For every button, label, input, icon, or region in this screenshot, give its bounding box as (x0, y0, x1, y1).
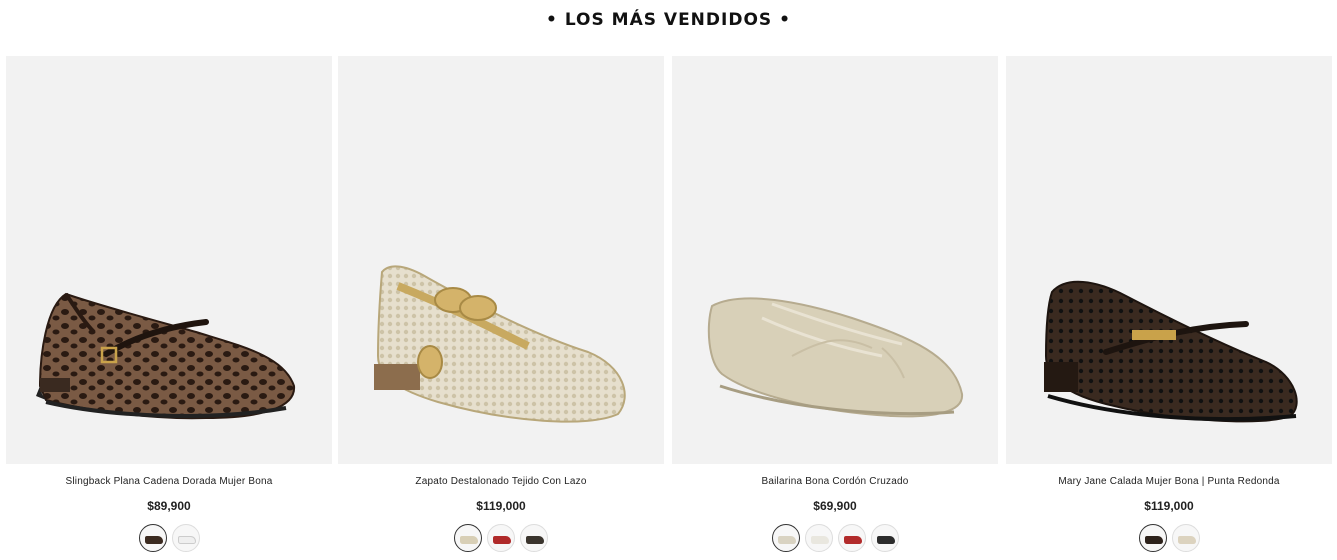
color-swatch[interactable] (771, 524, 800, 552)
section-title: • LOS MÁS VENDIDOS • (546, 10, 791, 30)
color-swatch[interactable] (870, 524, 899, 552)
color-swatch[interactable] (454, 524, 482, 552)
product-grid: Slingback Plana Cadena Dorada Mujer Bona… (6, 56, 1333, 560)
product-name[interactable]: Bailarina Bona Cordón Cruzado (672, 476, 998, 487)
product-image[interactable] (338, 56, 664, 464)
color-swatches (6, 524, 332, 556)
color-swatches (1006, 524, 1332, 556)
color-swatches (338, 524, 664, 556)
product-name[interactable]: Zapato Destalonado Tejido Con Lazo (338, 476, 664, 487)
color-swatch[interactable] (487, 524, 515, 552)
color-swatches (672, 524, 998, 556)
product-image[interactable] (672, 56, 998, 464)
product-image[interactable] (6, 56, 332, 464)
product-card[interactable]: Zapato Destalonado Tejido Con Lazo $119,… (338, 56, 664, 560)
color-swatch[interactable] (171, 524, 200, 552)
woven-mary-jane-flat-icon (1044, 280, 1298, 423)
product-card[interactable]: Slingback Plana Cadena Dorada Mujer Bona… (6, 56, 332, 560)
color-swatch[interactable] (804, 524, 833, 552)
product-name[interactable]: Mary Jane Calada Mujer Bona | Punta Redo… (1006, 476, 1332, 487)
product-price: $89,900 (147, 499, 191, 513)
product-price: $119,000 (1144, 499, 1194, 513)
product-name[interactable]: Slingback Plana Cadena Dorada Mujer Bona (6, 476, 332, 487)
lace-up-ballerina-flat-icon (707, 297, 964, 418)
product-price: $119,000 (476, 499, 526, 513)
color-swatch[interactable] (138, 524, 167, 552)
color-swatch[interactable] (1171, 524, 1200, 552)
product-card[interactable]: Bailarina Bona Cordón Cruzado $69,900 (672, 56, 998, 560)
color-swatch[interactable] (520, 524, 548, 552)
color-swatch[interactable] (1138, 524, 1167, 552)
product-price: $69,900 (813, 499, 857, 513)
product-card[interactable]: Mary Jane Calada Mujer Bona | Punta Redo… (1006, 56, 1332, 560)
color-swatch[interactable] (837, 524, 866, 552)
gold-mesh-bow-flat-icon (374, 265, 626, 423)
leopard-mary-jane-flat-icon (36, 292, 296, 420)
product-image[interactable] (1006, 56, 1332, 464)
